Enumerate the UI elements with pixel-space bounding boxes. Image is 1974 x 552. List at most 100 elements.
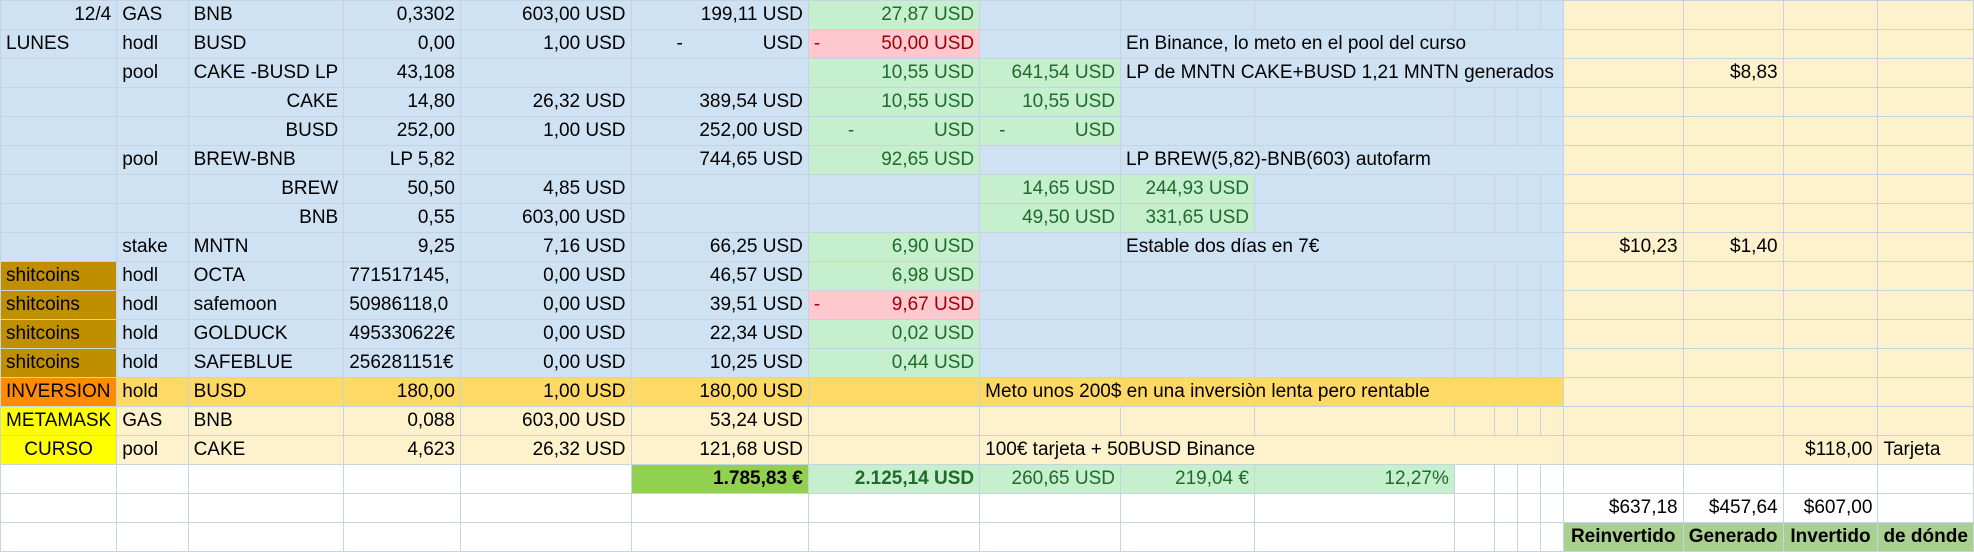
cell-category[interactable]: METAMASK (0, 406, 118, 436)
cell-amount[interactable]: 9,25 (343, 232, 461, 262)
sum-invested[interactable]: $607,00 (1782, 493, 1879, 523)
cell-empty[interactable] (1493, 522, 1518, 552)
cell-asset[interactable]: BUSD (187, 116, 345, 146)
cell-empty[interactable] (1120, 87, 1255, 117)
cell-empty[interactable] (979, 406, 1122, 436)
cell-profit[interactable]: 0,44 USD (807, 348, 981, 378)
cell-generated[interactable]: $8,83 (1682, 58, 1784, 88)
header-generated[interactable]: Generado (1682, 522, 1784, 552)
cell-empty[interactable] (0, 174, 118, 204)
cell-empty[interactable] (1493, 348, 1518, 378)
cell-value[interactable]: 252,00 USD (630, 116, 809, 146)
cell-value[interactable]: 121,68 USD (630, 435, 809, 465)
cell-empty[interactable] (1453, 87, 1495, 117)
cell-empty[interactable] (1516, 116, 1541, 146)
cell-empty[interactable] (1539, 522, 1564, 552)
cell-empty[interactable] (116, 493, 189, 523)
cell-empty[interactable] (1516, 290, 1541, 320)
cell-value[interactable]: 39,51 USD (630, 290, 809, 320)
cell-empty[interactable] (1539, 290, 1564, 320)
cell-empty[interactable] (1682, 319, 1784, 349)
cell-empty[interactable] (1562, 116, 1684, 146)
cell-empty[interactable] (1877, 116, 1974, 146)
cell-empty[interactable] (1877, 174, 1974, 204)
cell-price[interactable]: 26,32 USD (459, 435, 632, 465)
cell-empty[interactable] (1877, 290, 1974, 320)
cell-empty[interactable] (116, 174, 189, 204)
cell-empty[interactable] (1682, 29, 1784, 59)
cell-empty[interactable] (1253, 406, 1455, 436)
cell-reinvested[interactable]: $10,23 (1562, 232, 1684, 262)
cell-empty[interactable] (1453, 493, 1495, 523)
cell-type[interactable]: hodl (116, 29, 189, 59)
cell-value[interactable]: 744,65 USD (630, 145, 809, 175)
cell-empty[interactable] (1539, 348, 1564, 378)
total-value-usd[interactable]: 2.125,14 USD (807, 464, 981, 494)
cell-price[interactable]: 7,16 USD (459, 232, 632, 262)
cell-empty[interactable] (1682, 406, 1784, 436)
cell-empty[interactable] (1877, 261, 1974, 291)
cell-asset[interactable]: BREW-BNB (187, 145, 345, 175)
cell-lp-value[interactable]: - USD (979, 116, 1122, 146)
cell-price[interactable]: 0,00 USD (459, 319, 632, 349)
cell-empty[interactable] (1453, 290, 1495, 320)
cell-note[interactable]: Meto unos 200$ en una inversiòn lenta pe… (979, 377, 1564, 407)
cell-asset[interactable]: BUSD (187, 377, 345, 407)
cell-empty[interactable] (1782, 464, 1879, 494)
cell-empty[interactable] (979, 261, 1122, 291)
cell-empty[interactable] (979, 319, 1122, 349)
cell-empty[interactable] (1877, 464, 1974, 494)
cell-empty[interactable] (1562, 377, 1684, 407)
cell-note[interactable]: LP BREW(5,82)-BNB(603) autofarm (1120, 145, 1564, 175)
header-invested[interactable]: Invertido (1782, 522, 1879, 552)
cell-empty[interactable] (807, 435, 981, 465)
cell-empty[interactable] (1493, 290, 1518, 320)
cell-empty[interactable] (1877, 145, 1974, 175)
cell-profit[interactable]: 27,87 USD (807, 0, 981, 30)
cell-empty[interactable] (1877, 87, 1974, 117)
cell-empty[interactable] (1782, 232, 1879, 262)
cell-empty[interactable] (1682, 377, 1784, 407)
cell-empty[interactable] (1682, 261, 1784, 291)
cell-empty[interactable] (1877, 58, 1974, 88)
cell-empty[interactable] (1877, 0, 1974, 30)
cell-empty[interactable] (1453, 522, 1495, 552)
cell-type[interactable]: pool (116, 58, 189, 88)
cell-price[interactable]: 1,00 USD (459, 377, 632, 407)
cell-empty[interactable] (1562, 203, 1684, 233)
cell-lp-value-2[interactable]: 331,65 USD (1120, 203, 1255, 233)
cell-empty[interactable] (0, 203, 118, 233)
cell-type[interactable]: GAS (116, 406, 189, 436)
cell-amount[interactable]: 50,50 (343, 174, 461, 204)
cell-empty[interactable] (630, 174, 809, 204)
total-lp-usd[interactable]: 260,65 USD (979, 464, 1122, 494)
cell-empty[interactable] (1493, 319, 1518, 349)
cell-profit[interactable]: 10,55 USD (807, 58, 981, 88)
cell-category[interactable]: CURSO (0, 435, 118, 465)
cell-category[interactable]: shitcoins (0, 290, 118, 320)
cell-amount[interactable]: 256281151€ (343, 348, 461, 378)
cell-type[interactable]: hodl (116, 290, 189, 320)
cell-empty[interactable] (1539, 174, 1564, 204)
cell-empty[interactable] (116, 203, 189, 233)
cell-empty[interactable] (1562, 145, 1684, 175)
cell-empty[interactable] (1539, 406, 1564, 436)
cell-amount[interactable]: 4,623 (343, 435, 461, 465)
cell-empty[interactable] (1453, 0, 1495, 30)
cell-note[interactable]: LP de MNTN CAKE+BUSD 1,21 MNTN generados (1120, 58, 1564, 88)
header-reinvested[interactable]: Reinvertido (1562, 522, 1684, 552)
cell-empty[interactable] (1493, 0, 1518, 30)
cell-amount[interactable]: LP 5,82 (343, 145, 461, 175)
cell-empty[interactable] (1120, 261, 1255, 291)
cell-amount[interactable]: 43,108 (343, 58, 461, 88)
cell-type[interactable]: hold (116, 348, 189, 378)
cell-empty[interactable] (1453, 261, 1495, 291)
cell-asset[interactable]: CAKE (187, 87, 345, 117)
cell-empty[interactable] (1782, 116, 1879, 146)
cell-empty[interactable] (979, 145, 1122, 175)
cell-empty[interactable] (1682, 145, 1784, 175)
cell-empty[interactable] (1877, 203, 1974, 233)
cell-profit[interactable]: 92,65 USD (807, 145, 981, 175)
cell-empty[interactable] (807, 203, 981, 233)
cell-amount[interactable]: 495330622€ (343, 319, 461, 349)
